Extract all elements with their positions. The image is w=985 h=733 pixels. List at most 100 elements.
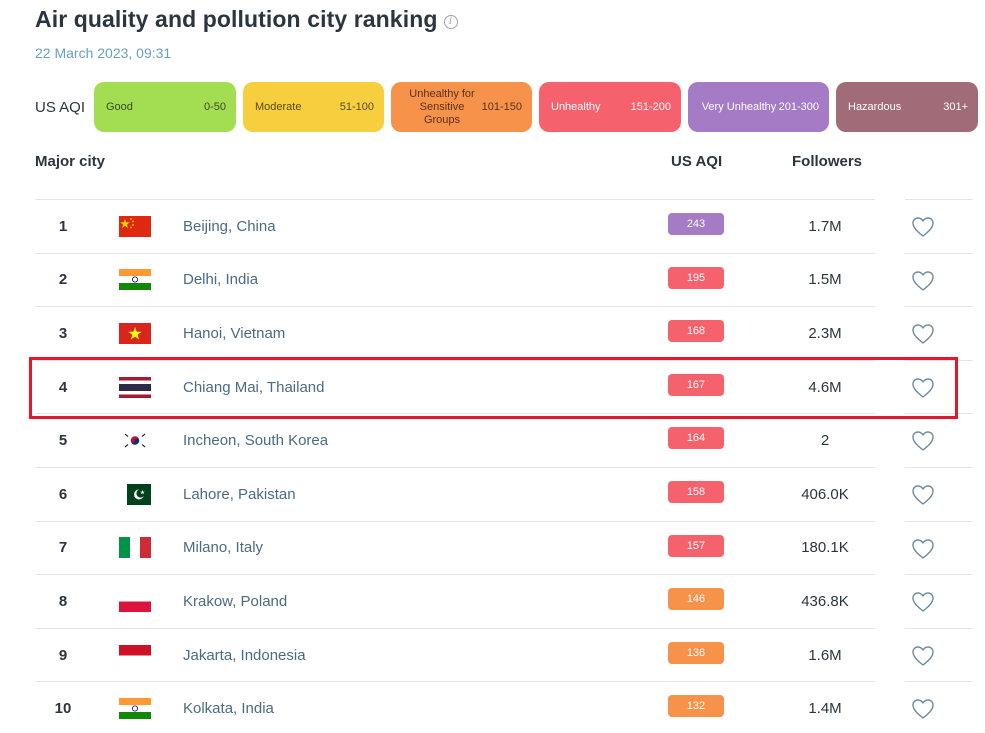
row-divider-gap [875, 627, 905, 629]
heart-icon[interactable] [911, 216, 935, 238]
followers-count: 1.4M [808, 700, 842, 718]
city-rank: 2 [58, 271, 68, 289]
table-row[interactable]: 9 Jakarta, Indonesia 136 1.6M [35, 627, 973, 682]
flag-vietnam-icon [119, 322, 151, 344]
legend-item-name: Moderate [255, 100, 302, 113]
legend-items: Good 0-50 Moderate 51-100 Unhealthy for Sens… [94, 82, 978, 132]
city-name-link[interactable]: Lahore, Pakistan [183, 486, 296, 503]
city-name-link[interactable]: Jakarta, Indonesia [183, 647, 306, 664]
city-rank: 8 [58, 592, 68, 610]
heart-icon[interactable] [911, 591, 935, 613]
city-name-link[interactable]: Hanoi, Vietnam [183, 325, 285, 342]
aqi-badge: 157 [668, 534, 724, 557]
city-name-link[interactable]: Beijing, China [183, 218, 276, 235]
row-divider-gap [875, 413, 905, 415]
city-rank: 3 [58, 324, 68, 342]
heart-icon[interactable] [911, 645, 935, 667]
aqi-badge: 168 [668, 320, 724, 343]
aqi-badge: 195 [668, 266, 724, 289]
city-name-link[interactable]: Chiang Mai, Thailand [183, 379, 324, 396]
flag-thailand-icon [119, 376, 151, 398]
city-name-link[interactable]: Milano, Italy [183, 539, 263, 556]
heart-icon[interactable] [911, 323, 935, 345]
legend-item-range: 0-50 [203, 101, 226, 113]
followers-count: 1.5M [808, 271, 842, 289]
row-divider-gap [875, 199, 905, 200]
city-name-link[interactable]: Krakow, Poland [183, 593, 287, 610]
city-name-link[interactable]: Kolkata, India [183, 700, 274, 717]
city-rank: 6 [58, 485, 68, 503]
legend-item-name: Unhealthy [551, 100, 601, 113]
table-row[interactable]: 6 Lahore, Pakistan 158 406.0K [35, 466, 973, 521]
city-rank: 5 [58, 432, 68, 450]
ranking-table: 1 Beijing, China 243 1.7M 2 Delhi, India… [35, 199, 973, 733]
aqi-badge: 132 [668, 695, 724, 718]
heart-icon[interactable] [911, 270, 935, 292]
header-major-city: Major city [35, 153, 106, 170]
table-row[interactable]: 1 Beijing, China 243 1.7M [35, 199, 973, 253]
row-divider-gap [875, 466, 905, 468]
legend-item-unhealthy-for-sensitive-groups: Unhealthy for Sensitive Groups 101-150 [391, 82, 532, 132]
table-row[interactable]: 2 Delhi, India 195 1.5M [35, 252, 973, 307]
city-rank: 7 [58, 539, 68, 557]
city-name-link[interactable]: Delhi, India [183, 271, 258, 288]
row-divider-gap [875, 359, 905, 361]
legend-item-range: 51-100 [339, 101, 374, 113]
followers-count: 436.8K [801, 592, 849, 610]
aqi-badge: 146 [668, 588, 724, 611]
table-row[interactable]: 4 Chiang Mai, Thailand 167 4.6M [35, 359, 973, 414]
table-row[interactable]: 3 Hanoi, Vietnam 168 2.3M [35, 306, 973, 360]
city-rank: 4 [58, 378, 68, 396]
legend-item-good: Good 0-50 [94, 82, 236, 132]
legend-label: US AQI [35, 98, 86, 116]
legend-item-range: 201-300 [778, 101, 819, 113]
header-us-aqi[interactable]: US AQI [671, 153, 722, 170]
flag-italy-icon [119, 537, 151, 559]
legend-item-name: Good [106, 100, 133, 113]
aqi-badge: 243 [668, 213, 724, 235]
table-row[interactable]: 10 Kolkata, India 132 1.4M [35, 681, 973, 733]
page-title: Air quality and pollution city ranking [35, 6, 438, 32]
table-row[interactable]: 8 Krakow, Poland 146 436.8K [35, 574, 973, 628]
heart-icon[interactable] [911, 538, 935, 560]
heart-icon[interactable] [911, 430, 935, 452]
followers-count: 1.6M [808, 646, 842, 664]
flag-china-icon [119, 215, 151, 237]
aqi-legend: US AQI Good 0-50 Moderate 51-100 Unhealthy f… [35, 82, 978, 132]
aqi-badge: 158 [668, 480, 724, 503]
flag-india-icon [119, 269, 151, 291]
legend-item-hazardous: Hazardous 301+ [836, 82, 978, 132]
title-row: Air quality and pollution city ranking i [35, 6, 458, 33]
followers-count: 406.0K [801, 485, 849, 503]
table-row[interactable]: 7 Milano, Italy 157 180.1K [35, 520, 973, 575]
row-divider-gap [875, 681, 905, 683]
heart-icon[interactable] [911, 377, 935, 399]
legend-item-range: 101-150 [481, 101, 522, 113]
city-name-link[interactable]: Incheon, South Korea [183, 432, 328, 449]
table-row[interactable]: 5 Incheon, South Korea 164 2 [35, 413, 973, 467]
city-rank: 9 [58, 646, 68, 664]
row-divider-gap [875, 520, 905, 522]
aqi-badge: 136 [668, 641, 724, 664]
legend-item-range: 151-200 [630, 101, 671, 113]
flag-indonesia-icon [119, 644, 151, 666]
flag-poland-icon [119, 590, 151, 612]
legend-item-range: 301+ [943, 101, 968, 113]
city-rank: 1 [58, 217, 68, 235]
heart-icon[interactable] [911, 484, 935, 506]
flag-india-icon [119, 698, 151, 720]
legend-item-name: Very Unhealthy [701, 100, 777, 113]
flag-south-korea-icon [119, 430, 151, 452]
row-divider-gap [875, 574, 905, 576]
info-icon[interactable]: i [443, 14, 458, 29]
row-divider-gap [875, 306, 905, 308]
followers-count: 180.1K [801, 539, 849, 557]
heart-icon[interactable] [911, 698, 935, 720]
legend-item-name: Hazardous [848, 100, 902, 113]
header-followers[interactable]: Followers [792, 153, 862, 170]
legend-item-unhealthy: Unhealthy 151-200 [539, 82, 681, 132]
flag-pakistan-icon [119, 483, 151, 505]
city-rank: 10 [54, 700, 72, 718]
legend-item-very-unhealthy: Very Unhealthy 201-300 [688, 82, 829, 132]
aqi-badge: 164 [668, 427, 724, 450]
